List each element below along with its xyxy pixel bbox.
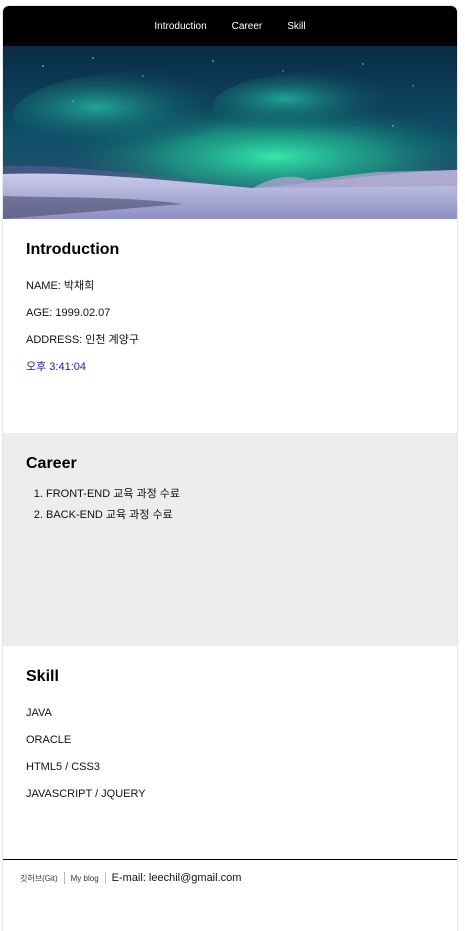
skill-item: ORACLE — [26, 734, 72, 746]
name-text: NAME: 박채희 — [26, 280, 95, 292]
email-text: E-mail: leechil@gmail.com — [111, 872, 242, 884]
career-section: Career FRONT-END 교육 과정 수료 BACK-END 교육 과정… — [3, 433, 457, 646]
nav-skill-link[interactable]: Skill — [287, 21, 305, 32]
top-navigation: Introduction Career Skill — [3, 6, 457, 46]
career-item: BACK-END 교육 과정 수료 — [46, 505, 434, 526]
nav-career-link[interactable]: Career — [232, 21, 263, 32]
career-item: FRONT-END 교육 과정 수료 — [46, 484, 434, 505]
career-list: FRONT-END 교육 과정 수료 BACK-END 교육 과정 수료 — [26, 484, 434, 526]
github-link[interactable]: 깃허브(Git) — [20, 873, 58, 884]
footer: 깃허브(Git) My blog E-mail: leechil@gmail.c… — [3, 859, 457, 931]
divider — [63, 872, 65, 884]
nav-introduction-link[interactable]: Introduction — [154, 21, 206, 32]
career-heading: Career — [26, 455, 77, 472]
skill-section: Skill JAVA ORACLE HTML5 / CSS3 JAVASCRIP… — [3, 646, 457, 859]
skill-heading: Skill — [26, 668, 59, 685]
address-text: ADDRESS: 인천 계양구 — [26, 334, 139, 346]
aurora-hero-image — [3, 46, 457, 219]
introduction-heading: Introduction — [26, 241, 120, 258]
page-frame: Introduction Career Skill Introduction N… — [3, 6, 457, 931]
skill-item: JAVASCRIPT / JQUERY — [26, 788, 146, 800]
age-text: AGE: 1999.02.07 — [26, 307, 111, 319]
introduction-section: Introduction NAME: 박채희 AGE: 1999.02.07 A… — [3, 219, 457, 433]
blog-link[interactable]: My blog — [71, 874, 99, 883]
footer-links: 깃허브(Git) My blog E-mail: leechil@gmail.c… — [3, 872, 457, 884]
clock-text: 오후 3:41:04 — [26, 361, 86, 373]
skill-item: JAVA — [26, 707, 52, 719]
divider — [104, 872, 106, 884]
skill-item: HTML5 / CSS3 — [26, 761, 100, 773]
